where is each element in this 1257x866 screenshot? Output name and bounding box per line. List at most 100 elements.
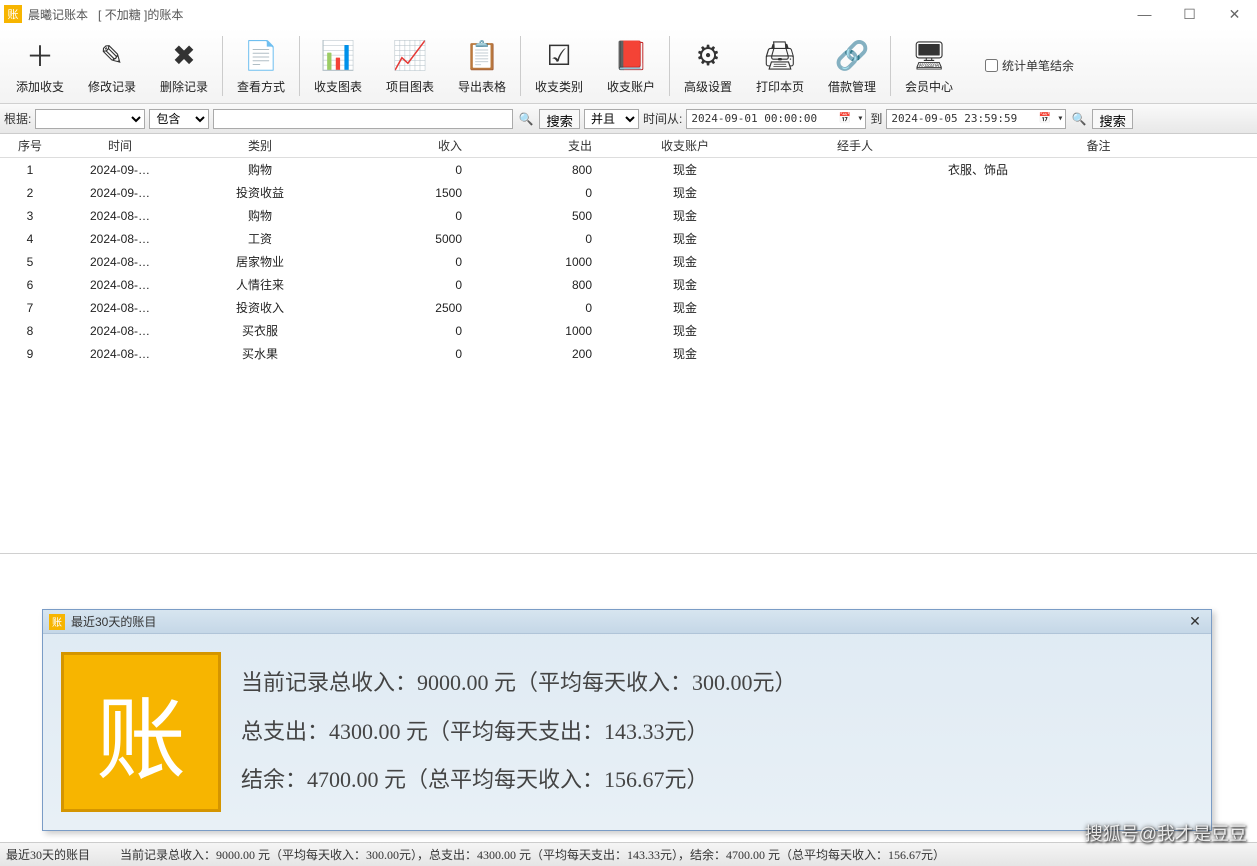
- export-icon: 📋: [463, 36, 501, 74]
- time-from-label: 时间从:: [643, 110, 682, 127]
- search-final-button[interactable]: 搜索: [1092, 109, 1133, 129]
- table-cell: [770, 158, 940, 182]
- viewmode-button[interactable]: 📄查看方式: [225, 31, 297, 101]
- delete-label: 删除记录: [160, 78, 208, 95]
- table-cell: 现金: [600, 273, 770, 296]
- table-row[interactable]: 62024-08-…人情往来0800现金: [0, 273, 1257, 296]
- add-label: 添加收支: [16, 78, 64, 95]
- date-start-input[interactable]: 2024-09-01 00:00:00: [686, 109, 866, 129]
- table-row[interactable]: 92024-08-…买水果0200现金: [0, 342, 1257, 365]
- table-cell: 5: [0, 250, 60, 273]
- member-button[interactable]: 🖥会员中心: [893, 31, 965, 101]
- search-button[interactable]: 搜索: [539, 109, 580, 129]
- contains-select[interactable]: 包含: [149, 109, 209, 129]
- table-cell: 现金: [600, 158, 770, 182]
- table-cell: 2024-08-…: [60, 296, 180, 319]
- table-cell: 2024-08-…: [60, 250, 180, 273]
- viewmode-label: 查看方式: [237, 78, 285, 95]
- summary-line-balance: 结余：4700.00 元（总平均每天收入：156.67元）: [241, 756, 797, 804]
- loan-button[interactable]: 🔗 借款管理: [816, 31, 888, 101]
- table-cell: 800: [470, 273, 600, 296]
- table-cell: 5000: [340, 227, 470, 250]
- table-cell: 工资: [180, 227, 340, 250]
- minimize-button[interactable]: —: [1122, 0, 1167, 28]
- column-header[interactable]: 序号: [0, 134, 60, 158]
- category-label: 收支类别: [535, 78, 583, 95]
- category-icon: ☑: [540, 36, 578, 74]
- table-cell: 1: [0, 158, 60, 182]
- summary-close-button[interactable]: ✕: [1185, 613, 1205, 631]
- stat-single-balance-checkbox[interactable]: 统计单笔结余: [985, 57, 1074, 74]
- table-row[interactable]: 72024-08-…投资收入25000现金: [0, 296, 1257, 319]
- chart-income-button[interactable]: 📊收支图表: [302, 31, 374, 101]
- titlebar: 账 晨曦记账本 [ 不加糖 ]的账本 — ☐ ✕: [0, 0, 1257, 28]
- table-row[interactable]: 22024-09-…投资收益15000现金: [0, 181, 1257, 204]
- close-button[interactable]: ✕: [1212, 0, 1257, 28]
- table-cell: 0: [470, 181, 600, 204]
- table-cell: 0: [340, 158, 470, 182]
- column-header[interactable]: 类别: [180, 134, 340, 158]
- date-end-input[interactable]: 2024-09-05 23:59:59: [886, 109, 1066, 129]
- table-cell: 0: [340, 273, 470, 296]
- table-cell: 2024-08-…: [60, 204, 180, 227]
- app-icon: 账: [4, 5, 22, 23]
- table-cell: [770, 273, 940, 296]
- table-cell: [940, 181, 1257, 204]
- account-button[interactable]: 📕收支账户: [595, 31, 667, 101]
- table-cell: 购物: [180, 158, 340, 182]
- table-cell: 8: [0, 319, 60, 342]
- filter-text-input[interactable]: [213, 109, 513, 129]
- column-header[interactable]: 经手人: [770, 134, 940, 158]
- advanced-button[interactable]: ⚙高级设置: [672, 31, 744, 101]
- edit-button[interactable]: ✎修改记录: [76, 31, 148, 101]
- delete-button[interactable]: ✖ 删除记录: [148, 31, 220, 101]
- table-row[interactable]: 12024-09-…购物0800现金衣服、饰品: [0, 158, 1257, 182]
- main-toolbar: ＋ 添加收支 ✎修改记录 ✖ 删除记录 📄查看方式📊收支图表📈项目图表📋导出表格 ☑ 收支类别…: [0, 28, 1257, 104]
- table-cell: [770, 296, 940, 319]
- table-row[interactable]: 32024-08-…购物0500现金: [0, 204, 1257, 227]
- basis-select[interactable]: [35, 109, 145, 129]
- table-cell: 现金: [600, 342, 770, 365]
- summary-icon: 账: [49, 614, 65, 630]
- table-cell: [940, 273, 1257, 296]
- table-cell: [770, 181, 940, 204]
- account-icon: 📕: [612, 36, 650, 74]
- chart-income-icon: 📊: [319, 36, 357, 74]
- add-button[interactable]: ＋ 添加收支: [4, 31, 76, 101]
- table-cell: 居家物业: [180, 250, 340, 273]
- and-select[interactable]: 并且: [584, 109, 639, 129]
- delete-icon: ✖: [165, 36, 203, 74]
- chart-project-label: 项目图表: [386, 78, 434, 95]
- table-cell: 7: [0, 296, 60, 319]
- table-cell: [940, 342, 1257, 365]
- toolbar-separator: [890, 36, 891, 96]
- loan-icon: 🔗: [833, 36, 871, 74]
- print-button[interactable]: 🖨打印本页: [744, 31, 816, 101]
- table-cell: 0: [340, 250, 470, 273]
- maximize-button[interactable]: ☐: [1167, 0, 1212, 28]
- table-cell: [940, 227, 1257, 250]
- table-cell: 衣服、饰品: [940, 158, 1257, 182]
- summary-logo: 账: [61, 652, 221, 812]
- table-cell: 现金: [600, 296, 770, 319]
- column-header[interactable]: 支出: [470, 134, 600, 158]
- table-cell: 现金: [600, 319, 770, 342]
- category-button[interactable]: ☑ 收支类别: [523, 31, 595, 101]
- column-header[interactable]: 时间: [60, 134, 180, 158]
- table-row[interactable]: 42024-08-…工资50000现金: [0, 227, 1257, 250]
- print-icon: 🖨: [761, 36, 799, 74]
- table-row[interactable]: 82024-08-…买衣服01000现金: [0, 319, 1257, 342]
- loan-label: 借款管理: [828, 78, 876, 95]
- export-button[interactable]: 📋导出表格: [446, 31, 518, 101]
- column-header[interactable]: 收支账户: [600, 134, 770, 158]
- add-icon: ＋: [21, 36, 59, 74]
- table-cell: 2024-08-…: [60, 273, 180, 296]
- table-cell: 2024-09-…: [60, 158, 180, 182]
- data-table: 序号时间类别收入支出收支账户经手人备注 12024-09-…购物0800现金衣服…: [0, 134, 1257, 365]
- toolbar-separator: [520, 36, 521, 96]
- table-row[interactable]: 52024-08-…居家物业01000现金: [0, 250, 1257, 273]
- column-header[interactable]: 备注: [940, 134, 1257, 158]
- table-cell: [770, 227, 940, 250]
- chart-project-button[interactable]: 📈项目图表: [374, 31, 446, 101]
- column-header[interactable]: 收入: [340, 134, 470, 158]
